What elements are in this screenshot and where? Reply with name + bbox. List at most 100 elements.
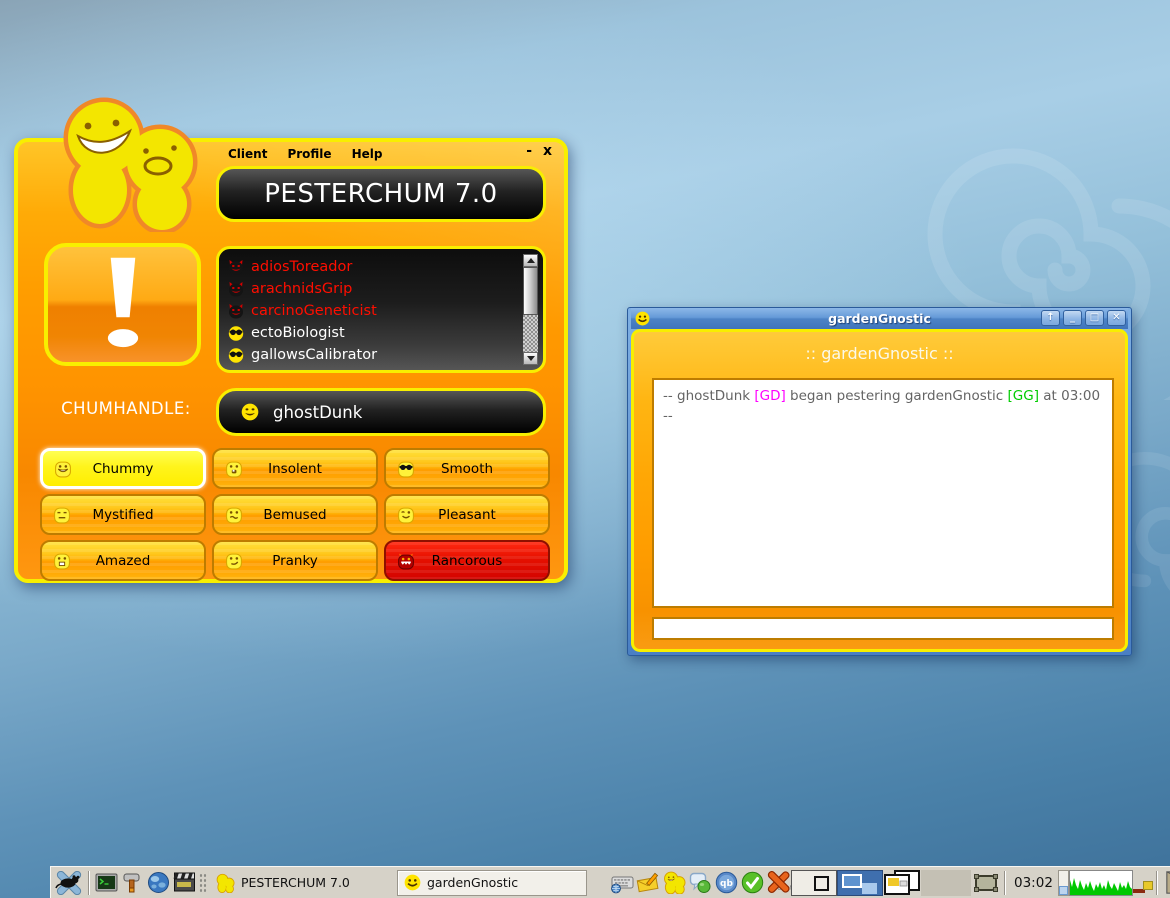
chat-message-input[interactable] [652,617,1114,640]
chat-window[interactable]: gardenGnostic ↑ _ □ ✕ :: gardenGnostic :… [627,307,1132,656]
mood-button-label: Mystified [92,507,153,523]
menu-profile[interactable]: Profile [287,147,331,161]
smooth-mood-icon [228,347,244,363]
pesterchum-blobs-icon [215,873,235,893]
exclamation-icon [94,253,152,357]
rancorous-mood-icon [228,281,244,297]
close-button[interactable]: ✕ [1107,310,1126,326]
chat-body: :: gardenGnostic :: -- ghostDunk [GD] be… [631,329,1128,652]
workspace-1[interactable] [791,870,837,896]
xchat-tray[interactable]: chat [765,869,791,897]
load-indicator [1133,870,1153,896]
speech-bubble-icon [688,871,712,894]
shade-button[interactable]: ↑ [1041,310,1060,326]
scrollbar-thumb[interactable] [523,267,538,315]
workspace-window [842,874,862,888]
chum-row[interactable]: carcinoGeneticist [228,300,519,322]
terminal-icon [95,872,118,894]
chum-handle: arachnidsGrip [251,281,352,297]
rancorous-mood-icon [228,303,244,319]
mail-pencil-icon [636,872,660,894]
mood-button-label: Amazed [96,553,151,569]
terminal-launcher[interactable] [93,869,119,897]
chum-list[interactable]: adiosToreador arachnidsGrip carc [216,246,546,373]
tool-launcher[interactable] [119,869,145,897]
chat-bubble-tray[interactable] [687,869,713,897]
compose-mail-tray[interactable] [635,869,661,897]
taskbar-item-pesterchum[interactable]: PESTERCHUM 7.0 [209,870,397,896]
smooth-mood-icon [228,325,244,341]
chum-row[interactable]: arachnidsGrip [228,278,519,300]
iconbox [883,869,971,897]
check-icon [741,871,764,894]
mood-button-label: Rancorous [432,553,503,569]
chummy-icon [54,460,72,478]
media-launcher[interactable] [171,869,197,897]
scroll-down-button[interactable] [523,352,538,365]
taskbar: PESTERCHUM 7.0 gardenGnostic [50,866,1170,898]
mood-button-pleasant[interactable]: Pleasant [384,494,550,535]
chumhandle-value: ghostDunk [273,403,362,422]
chumhandle-box[interactable]: ghostDunk [216,388,546,436]
keyboard-icon [610,872,635,894]
minimize-button[interactable]: - [526,144,532,158]
panel-handle[interactable] [199,873,207,893]
menu-bar: Client Profile Help [228,147,382,161]
mood-button-insolent[interactable]: Insolent [212,448,378,489]
screenshot-tray[interactable] [971,869,1001,897]
menu-help[interactable]: Help [352,147,383,161]
minimize-button[interactable]: _ [1063,310,1082,326]
app-title-banner: PESTERCHUM 7.0 [216,166,546,222]
browser-launcher[interactable] [145,869,171,897]
pesterchum-tray[interactable] [661,869,687,897]
mood-button-label: Chummy [93,461,154,477]
desktop: Client Profile Help - x PESTERCHUM 7.0 [0,0,1170,898]
recipient-initials: [GG] [1008,388,1039,404]
taskbar-item-label: PESTERCHUM 7.0 [241,875,350,890]
mood-button-mystified[interactable]: Mystified [40,494,206,535]
keyboard-layout-tray[interactable] [609,869,635,897]
mood-display-box [44,243,201,366]
logout-button[interactable] [1161,869,1170,897]
scroll-up-button[interactable] [523,254,538,267]
hammer-icon [121,871,143,894]
qb-icon: qb [715,871,738,894]
logout-door-icon [1163,870,1170,895]
xfce-menu-button[interactable] [53,869,85,897]
workspace-window-outline [814,876,829,891]
mood-button-pranky[interactable]: Pranky [212,540,378,581]
chum-row[interactable]: adiosToreador [228,256,519,278]
chum-list-scrollbar[interactable] [523,254,538,365]
mood-button-chummy[interactable]: Chummy [40,448,206,489]
chummy-smiley-icon [241,403,259,421]
chat-header: :: gardenGnostic :: [634,344,1125,363]
pranky-icon [225,552,243,570]
mood-button-smooth[interactable]: Smooth [384,448,550,489]
rancorous-icon [397,552,415,570]
volume-slider[interactable] [1058,870,1069,896]
svg-text:qb: qb [720,879,733,889]
pleasant-icon [397,506,415,524]
workspace-2-active[interactable] [837,870,883,896]
close-button[interactable]: x [543,144,552,158]
taskbar-item-gardengnostic[interactable]: gardenGnostic [397,870,587,896]
qb-app-tray[interactable]: qb [713,869,739,897]
mood-button-amazed[interactable]: Amazed [40,540,206,581]
chat-titlebar[interactable]: gardenGnostic ↑ _ □ ✕ [631,308,1128,329]
workspace-pager [791,870,883,896]
iconified-window-thumb[interactable] [883,869,921,897]
separator [88,871,90,895]
iconbox-empty-area [921,870,971,896]
system-monitor-graph [1070,871,1132,895]
mood-button-rancorous[interactable]: Rancorous [384,540,550,581]
chum-row[interactable]: gallowsCalibrator [228,344,519,366]
sender-initials: [GD] [754,388,785,404]
menu-client[interactable]: Client [228,147,267,161]
mood-button-label: Insolent [268,461,322,477]
chum-row[interactable]: ectoBiologist [228,322,519,344]
mood-button-bemused[interactable]: Bemused [212,494,378,535]
maximize-button[interactable]: □ [1085,310,1104,326]
green-check-tray[interactable] [739,869,765,897]
chat-log[interactable]: -- ghostDunk [GD] began pestering garden… [652,378,1114,608]
globe-icon [147,871,170,894]
